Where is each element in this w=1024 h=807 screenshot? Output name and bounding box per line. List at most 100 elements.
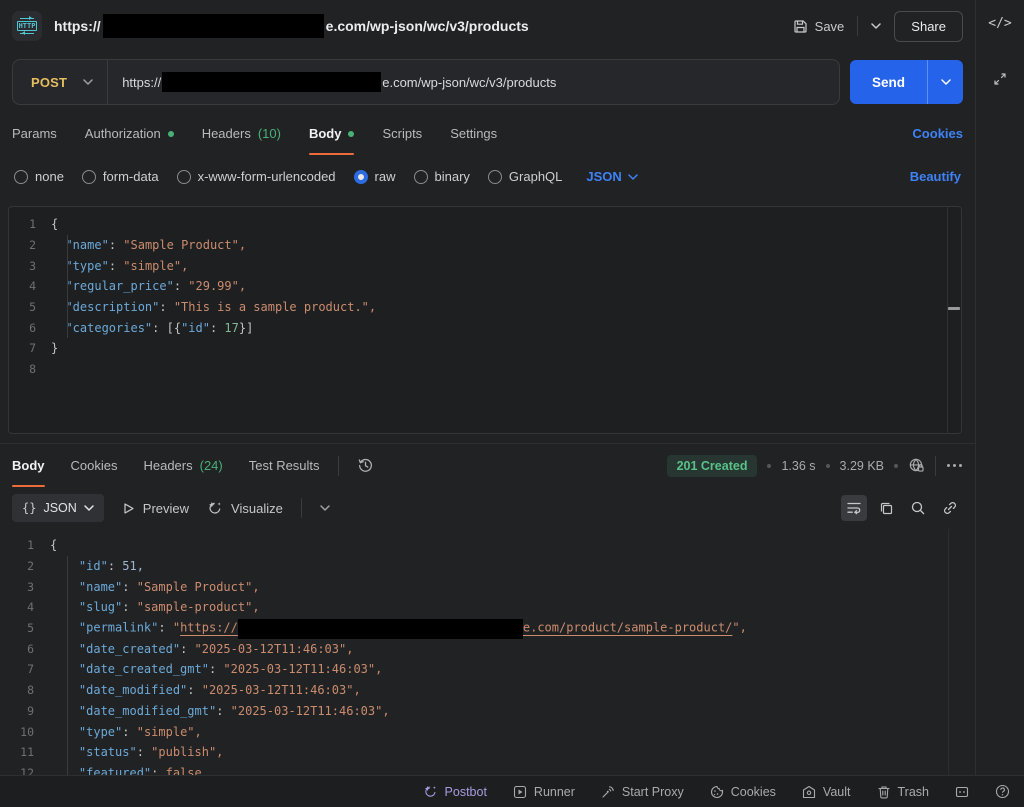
body-type-none[interactable]: none xyxy=(14,169,64,184)
statusbar-vault[interactable]: Vault xyxy=(802,785,851,799)
divider xyxy=(338,456,339,476)
tab-settings[interactable]: Settings xyxy=(450,112,497,155)
share-button[interactable]: Share xyxy=(894,11,963,42)
url-input[interactable]: https:// e.com/wp-json/wc/v3/products xyxy=(108,72,570,92)
code-content: "date_created": "2025-03-12T11:46:03", xyxy=(50,642,353,656)
code-token: : xyxy=(108,559,122,573)
cookies-link[interactable]: Cookies xyxy=(912,126,963,141)
radio-none[interactable] xyxy=(14,170,28,184)
code-token: "2025-03-12T11:46:03", xyxy=(231,704,390,718)
code-line: 1{ xyxy=(0,535,962,556)
response-body-viewer[interactable]: 1{2 "id": 51,3 "name": "Sample Product",… xyxy=(0,529,962,775)
url-prefix: https:// xyxy=(122,75,161,90)
statusbar-trash[interactable]: Trash xyxy=(877,785,930,799)
divider xyxy=(301,498,302,518)
body-type-form-data[interactable]: form-data xyxy=(82,169,159,184)
request-body-editor[interactable]: 1{2 "name": "Sample Product",3 "type": "… xyxy=(8,206,962,434)
response-tab-headers[interactable]: Headers(24) xyxy=(143,444,222,487)
radio-form-data[interactable] xyxy=(82,170,96,184)
code-snippet-icon[interactable]: </> xyxy=(988,16,1011,31)
body-type-x-www-form-urlencoded[interactable]: x-www-form-urlencoded xyxy=(177,169,336,184)
method-select-value[interactable]: POST xyxy=(13,75,83,90)
code-content: "name": "Sample Product", xyxy=(51,238,246,252)
response-tab-body[interactable]: Body xyxy=(12,444,45,487)
copy-button[interactable] xyxy=(873,495,899,521)
response-format-select[interactable]: {} JSON xyxy=(12,494,104,522)
response-tab-cookies[interactable]: Cookies xyxy=(71,444,118,487)
code-token: "29.99", xyxy=(188,279,246,293)
response-history-button[interactable] xyxy=(357,457,374,474)
editor-scrollbar[interactable] xyxy=(947,207,961,433)
code-token: "date_created" xyxy=(79,642,180,656)
dot-separator xyxy=(826,464,830,468)
url-row: POST https:// e.com/wp-json/wc/v3/produc… xyxy=(0,52,975,112)
code-token xyxy=(50,580,79,594)
statusbar-postbot[interactable]: Postbot xyxy=(423,784,487,799)
tab-headers-label: Headers xyxy=(202,126,251,141)
tab-body[interactable]: Body xyxy=(309,112,355,155)
tab-scripts[interactable]: Scripts xyxy=(382,112,422,155)
expand-panel-icon[interactable] xyxy=(992,71,1008,87)
body-type-binary[interactable]: binary xyxy=(414,169,470,184)
search-button[interactable] xyxy=(905,495,931,521)
code-token: "featured" xyxy=(79,766,151,775)
statusbar-start-proxy[interactable]: Start Proxy xyxy=(601,785,684,799)
panel-toggle-button[interactable] xyxy=(955,785,969,799)
tab-authorization-label: Authorization xyxy=(85,126,161,141)
code-line: 6 "date_created": "2025-03-12T11:46:03", xyxy=(0,638,962,659)
cookie-icon xyxy=(710,785,724,799)
tab-scripts-label: Scripts xyxy=(382,126,422,141)
code-token: : xyxy=(122,725,136,739)
code-token: : [{ xyxy=(152,321,181,335)
response-scrollbar[interactable] xyxy=(948,529,962,775)
link-button[interactable] xyxy=(937,495,963,521)
body-type-raw[interactable]: raw xyxy=(354,169,396,184)
preview-button[interactable]: Preview xyxy=(122,501,189,516)
code-token: "name" xyxy=(65,238,108,252)
response-meta: 201 Created 1.36 s 3.29 KB xyxy=(667,455,963,477)
radio-x-www-form-urlencoded[interactable] xyxy=(177,170,191,184)
network-globe-icon[interactable] xyxy=(908,457,925,474)
beautify-link[interactable]: Beautify xyxy=(910,169,961,184)
radio-binary[interactable] xyxy=(414,170,428,184)
code-content: } xyxy=(51,341,58,355)
save-icon xyxy=(793,19,808,34)
response-tab-test-results[interactable]: Test Results xyxy=(249,444,320,487)
radio-label: x-www-form-urlencoded xyxy=(198,169,336,184)
method-chevron-icon[interactable] xyxy=(83,79,93,85)
code-token: "Sample Product", xyxy=(123,238,246,252)
tab-headers[interactable]: Headers(10) xyxy=(202,112,281,155)
tab-params[interactable]: Params xyxy=(12,112,57,155)
format-chevron-icon xyxy=(84,505,94,511)
statusbar-cookies[interactable]: Cookies xyxy=(710,785,776,799)
code-token xyxy=(50,600,79,614)
editor-scroll-thumb[interactable] xyxy=(948,307,960,310)
code-token: "type" xyxy=(79,725,122,739)
tab-authorization[interactable]: Authorization xyxy=(85,112,174,155)
code-content: "categories": [{"id": 17}] xyxy=(51,321,253,335)
language-select[interactable]: JSON xyxy=(586,169,637,184)
code-token: : xyxy=(210,321,224,335)
modified-dot xyxy=(348,131,354,137)
save-button[interactable]: Save xyxy=(793,19,845,34)
statusbar-runner[interactable]: Runner xyxy=(513,785,575,799)
code-token: "id" xyxy=(79,559,108,573)
code-token xyxy=(50,683,79,697)
play-icon xyxy=(122,502,135,515)
send-button[interactable]: Send xyxy=(850,60,927,104)
help-button[interactable] xyxy=(995,784,1010,799)
view-options-chevron[interactable] xyxy=(320,505,330,511)
send-options-chevron[interactable] xyxy=(927,60,963,104)
radio-raw[interactable] xyxy=(354,170,368,184)
more-actions-button[interactable] xyxy=(946,463,963,468)
code-line: 1{ xyxy=(9,214,961,235)
wrap-text-button[interactable] xyxy=(841,495,867,521)
visualize-button[interactable]: Visualize xyxy=(207,500,283,516)
body-type-graphql[interactable]: GraphQL xyxy=(488,169,562,184)
radio-graphql[interactable] xyxy=(488,170,502,184)
save-options-chevron[interactable] xyxy=(871,23,881,29)
language-value: JSON xyxy=(586,169,621,184)
radio-label: GraphQL xyxy=(509,169,562,184)
line-number: 6 xyxy=(0,642,50,656)
request-title-suffix: e.com/wp-json/wc/v3/products xyxy=(326,18,529,34)
